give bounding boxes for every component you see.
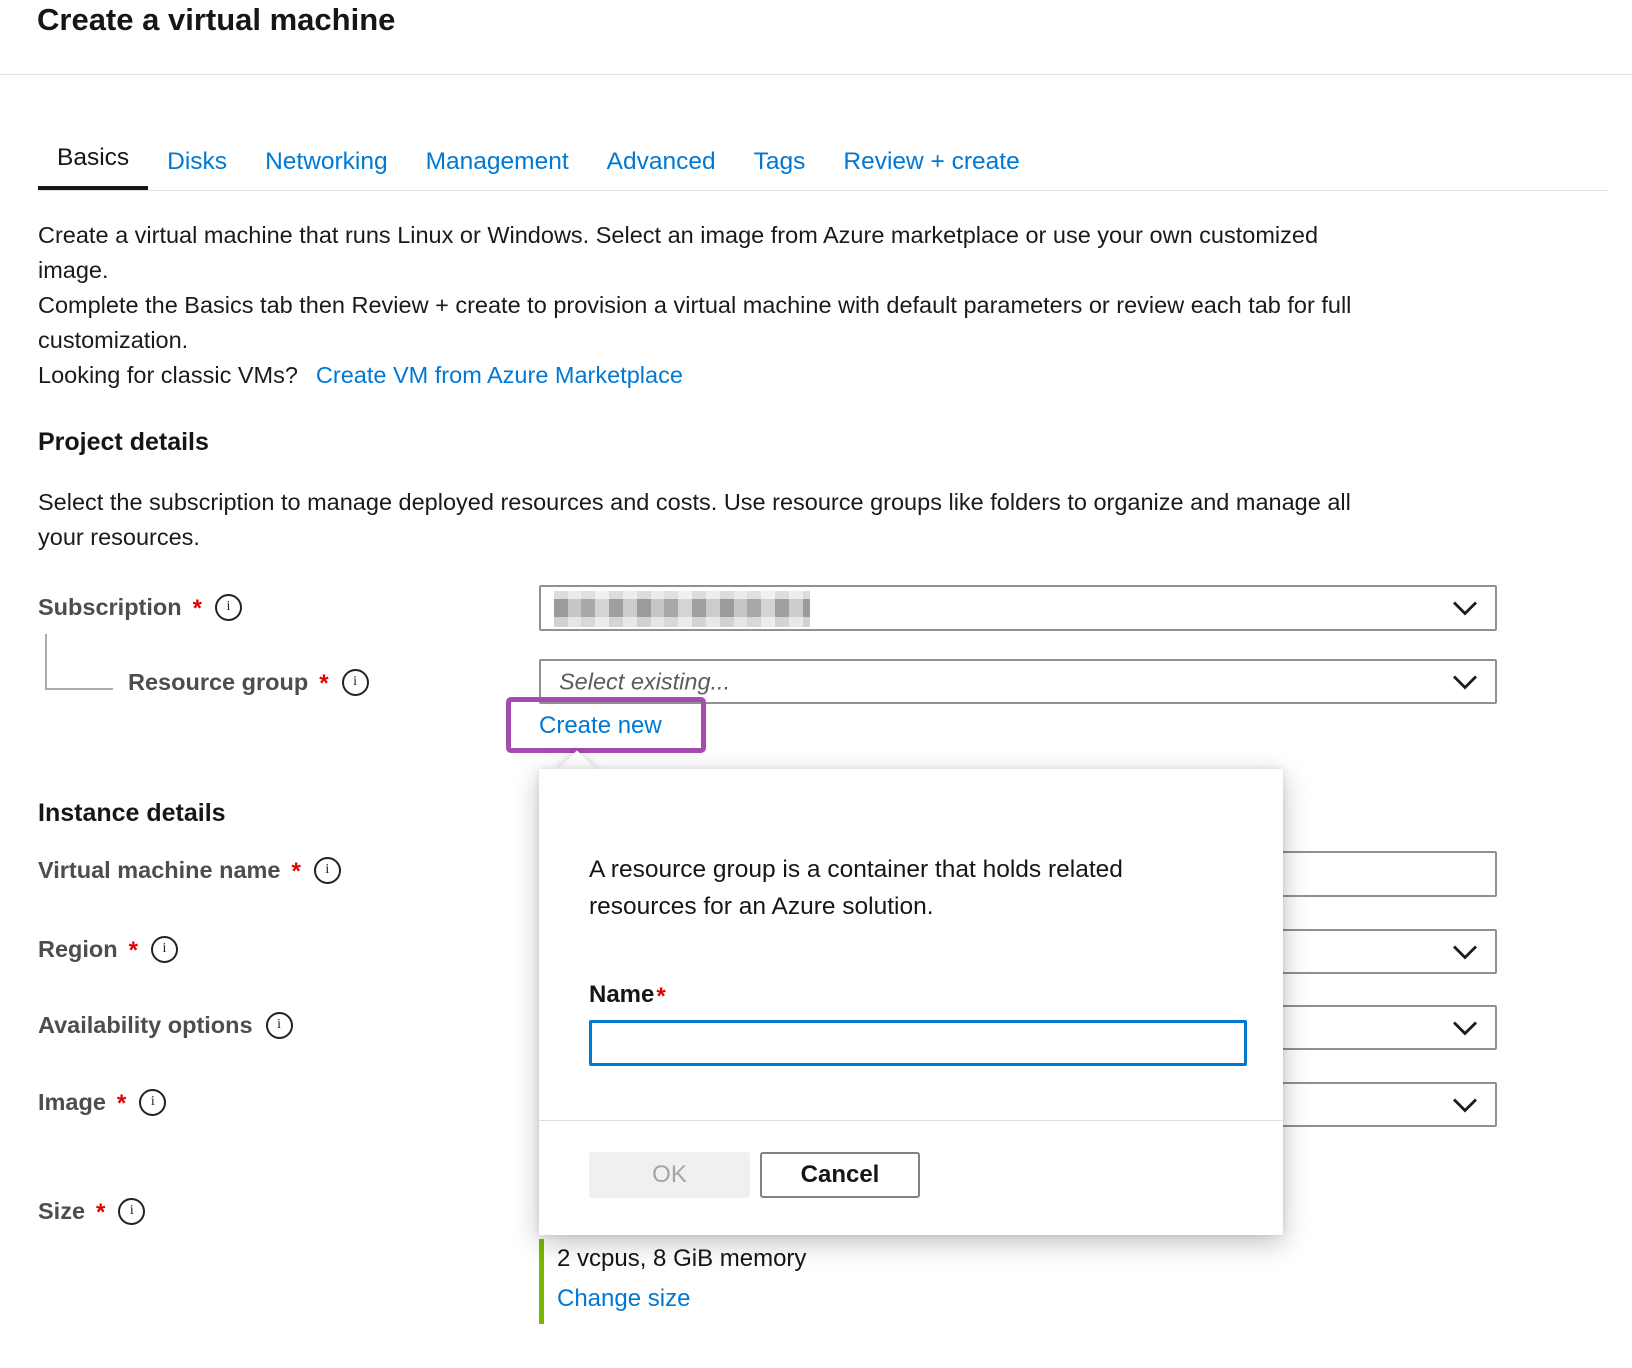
required-asterisk: [96, 1199, 105, 1227]
required-asterisk: [117, 1090, 126, 1118]
subscription-dropdown[interactable]: [539, 585, 1497, 631]
subscription-rg-connector: [45, 688, 113, 690]
popup-name-label: Name: [589, 981, 654, 1009]
tab-bar: Basics Disks Networking Management Advan…: [38, 140, 1039, 190]
resource-group-label-row: Resource group: [128, 667, 369, 697]
availability-options-label-row: Availability options: [38, 1010, 293, 1040]
tab-management[interactable]: Management: [407, 144, 588, 190]
size-label: Size: [38, 1198, 85, 1225]
tab-advanced[interactable]: Advanced: [588, 144, 735, 190]
intro-line: Complete the Basics tab then Review + cr…: [38, 288, 1351, 323]
resource-group-name-input[interactable]: [589, 1020, 1247, 1066]
tab-basics[interactable]: Basics: [38, 140, 148, 190]
required-asterisk: [656, 983, 665, 1011]
popup-name-label-row: Name: [589, 981, 666, 1009]
tab-disks[interactable]: Disks: [148, 144, 246, 190]
popup-footer-divider: [539, 1120, 1283, 1121]
instance-details-heading: Instance details: [38, 799, 226, 828]
intro-text: Create a virtual machine that runs Linux…: [38, 218, 1351, 393]
popup-description-line: A resource group is a container that hol…: [589, 851, 1123, 888]
region-label-row: Region: [38, 934, 178, 964]
info-icon[interactable]: [342, 669, 369, 696]
header-divider: [0, 74, 1632, 75]
resource-group-label: Resource group: [128, 669, 308, 696]
info-icon[interactable]: [215, 594, 242, 621]
create-vm-marketplace-link[interactable]: Create VM from Azure Marketplace: [316, 362, 683, 388]
subscription-label-row: Subscription: [38, 592, 242, 622]
image-label: Image: [38, 1089, 106, 1116]
chevron-down-icon: [1451, 600, 1479, 617]
chevron-down-icon: [1451, 1019, 1479, 1036]
cancel-button[interactable]: Cancel: [760, 1152, 920, 1198]
popup-description: A resource group is a container that hol…: [589, 851, 1123, 925]
popup-description-line: resources for an Azure solution.: [589, 888, 1123, 925]
vm-name-label-row: Virtual machine name: [38, 855, 341, 885]
size-label-row: Size: [38, 1196, 145, 1226]
project-details-heading: Project details: [38, 428, 209, 457]
resource-group-placeholder: Select existing...: [559, 668, 730, 695]
change-size-link[interactable]: Change size: [557, 1285, 690, 1313]
image-label-row: Image: [38, 1087, 166, 1117]
intro-line: Create a virtual machine that runs Linux…: [38, 218, 1351, 253]
project-desc-line: Select the subscription to manage deploy…: [38, 485, 1351, 520]
info-icon[interactable]: [151, 936, 178, 963]
project-details-description: Select the subscription to manage deploy…: [38, 485, 1351, 555]
size-specs-text: 2 vcpus, 8 GiB memory: [557, 1245, 806, 1273]
project-desc-line: your resources.: [38, 520, 1351, 555]
tab-review-create[interactable]: Review + create: [824, 144, 1038, 190]
required-asterisk: [129, 937, 138, 965]
vm-name-label: Virtual machine name: [38, 857, 281, 884]
info-icon[interactable]: [118, 1198, 145, 1225]
info-icon[interactable]: [139, 1089, 166, 1116]
classic-vms-question: Looking for classic VMs?: [38, 362, 298, 388]
subscription-rg-connector: [45, 634, 47, 690]
create-vm-page: Create a virtual machine Basics Disks Ne…: [0, 0, 1632, 1368]
region-label: Region: [38, 936, 118, 963]
page-title: Create a virtual machine: [37, 2, 395, 38]
info-icon[interactable]: [314, 857, 341, 884]
tab-networking[interactable]: Networking: [246, 144, 407, 190]
ok-button[interactable]: OK: [589, 1152, 750, 1198]
subscription-value-redacted: [554, 591, 810, 627]
availability-options-label: Availability options: [38, 1012, 253, 1039]
create-new-link[interactable]: Create new: [539, 712, 662, 740]
create-resource-group-popup: A resource group is a container that hol…: [539, 769, 1283, 1235]
intro-line: customization.: [38, 323, 1351, 358]
subscription-label: Subscription: [38, 594, 182, 621]
required-asterisk: [193, 595, 202, 623]
chevron-down-icon: [1451, 1096, 1479, 1113]
chevron-down-icon: [1451, 943, 1479, 960]
required-asterisk: [319, 670, 328, 698]
info-icon[interactable]: [266, 1012, 293, 1039]
required-asterisk: [292, 858, 301, 886]
chevron-down-icon: [1451, 673, 1479, 690]
tab-tags[interactable]: Tags: [735, 144, 825, 190]
resource-group-dropdown[interactable]: Select existing...: [539, 659, 1497, 704]
tab-bar-underline: [38, 190, 1608, 191]
intro-line: image.: [38, 253, 1351, 288]
classic-vms-row: Looking for classic VMs? Create VM from A…: [38, 358, 1351, 393]
size-selection-indicator-bar: [539, 1239, 544, 1324]
